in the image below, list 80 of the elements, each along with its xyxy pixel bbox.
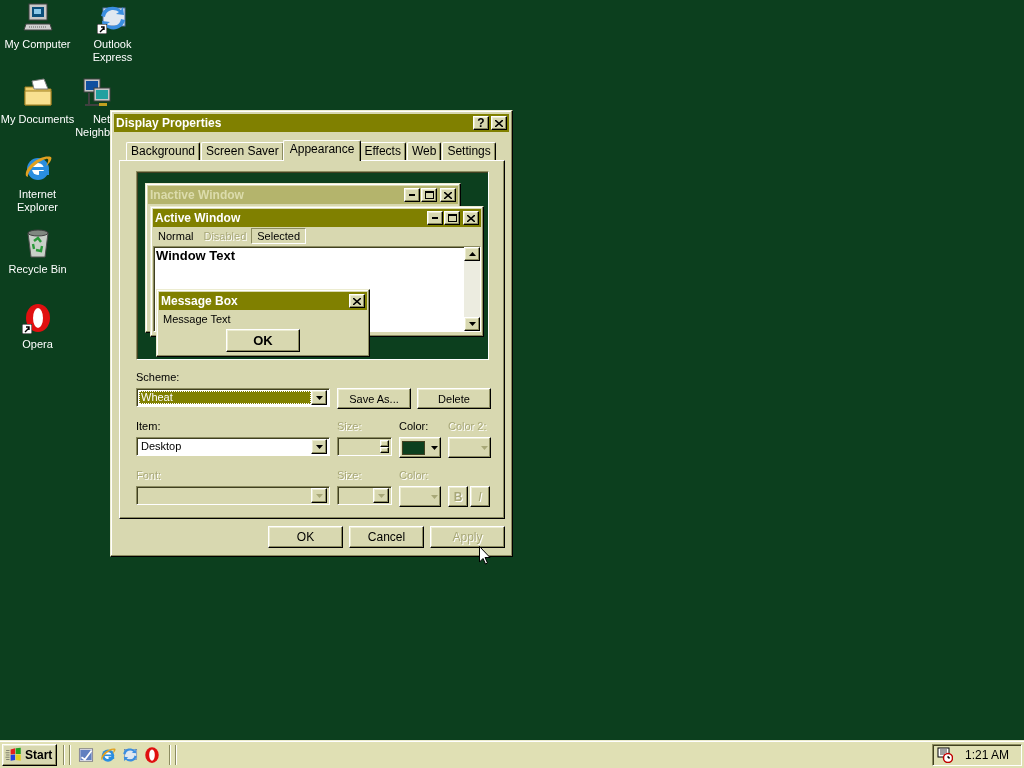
close-icon [495,119,503,127]
maximize-icon [424,191,434,199]
tab[interactable]: Screen Saver [201,142,284,160]
close-icon [444,191,452,199]
clock: 1:21 AM [964,747,1009,762]
maximize-icon [447,214,457,222]
scheme-button[interactable]: Delete [417,388,491,409]
item-dropdown[interactable]: Desktop [136,437,330,456]
help-button[interactable]: ? [473,116,489,130]
field-label: Font: [136,469,162,482]
icon-label[interactable]: My Documents [0,113,75,126]
caret-icon [481,445,488,450]
dialog-button[interactable]: Cancel [349,526,424,548]
field-label: Color: [399,420,429,433]
close-icon [467,214,475,222]
minimize-icon [432,217,438,219]
shortcut-arrow-icon [96,24,107,34]
message-text: Message Text [162,312,232,325]
scheme-button[interactable]: Save As... [337,388,411,409]
icon-label[interactable]: Recycle Bin [8,263,67,276]
color-picker[interactable] [399,486,441,507]
minimize-button[interactable] [427,211,443,225]
computer-icon[interactable] [21,2,54,34]
folder-icon[interactable] [21,77,54,109]
field-label: Item: [136,420,161,433]
pointer-icon [479,546,491,565]
icon-label[interactable]: Outlook Express [75,38,150,64]
window-title: Display Properties [116,116,223,130]
icon-label[interactable]: Net Neighb [75,113,110,139]
close-button[interactable] [440,188,456,202]
up-arrow-icon [468,252,476,256]
font-dropdown[interactable] [136,486,330,505]
size-spinner[interactable] [337,437,392,456]
close-button[interactable] [463,211,479,225]
tab[interactable]: Appearance [282,140,362,161]
tab[interactable]: Background [126,142,201,160]
down-arrow-icon [468,322,476,326]
field-label: Color 2: [448,420,487,433]
icon-label[interactable]: Internet Explorer [0,188,75,214]
window-title: Inactive Window [150,188,245,202]
maximize-button[interactable] [421,188,437,202]
tab[interactable]: Effects [359,142,406,160]
color-picker[interactable] [448,437,491,458]
caret-icon [315,493,323,498]
field-label: Scheme: [136,371,180,384]
icon-label[interactable]: My Computer [4,38,71,51]
window-title: Message Box [161,294,239,308]
color-picker[interactable] [399,437,441,458]
scrollbar[interactable] [464,247,480,331]
window-title: Active Window [155,211,242,225]
menu-item[interactable]: Selected [251,228,307,244]
caret-icon [377,493,385,498]
field-label: Size: [337,420,362,433]
scheme-dropdown[interactable]: Wheat [136,388,330,407]
close-icon [353,297,361,305]
caret-icon [431,445,438,450]
close-button[interactable] [491,116,507,130]
field-label: Size: [337,469,362,482]
ok-button[interactable]: OK [226,329,300,352]
icon-label[interactable]: Opera [22,338,53,351]
menu-item[interactable]: Normal [153,229,199,243]
size-dropdown[interactable] [337,486,392,505]
dialog-button[interactable]: OK [268,526,343,548]
shortcut-arrow-icon [21,324,32,334]
minimize-button[interactable] [404,188,420,202]
close-button[interactable] [349,294,365,308]
maximize-button[interactable] [444,211,460,225]
networked-computers-icon[interactable] [81,77,113,109]
windows-logo-icon [5,745,23,764]
tab[interactable]: Settings [442,142,496,160]
window-text: Window Text [155,247,237,264]
caret-icon [431,494,438,499]
caret-icon [315,395,323,400]
caret-icon [315,444,323,449]
minimize-icon [409,194,415,196]
start-button[interactable]: Start [2,743,58,766]
desktop-check-icon[interactable] [77,745,96,764]
field-label: Color: [399,469,429,482]
tab[interactable]: Web [406,142,442,160]
scheduler-icon[interactable] [936,746,953,763]
